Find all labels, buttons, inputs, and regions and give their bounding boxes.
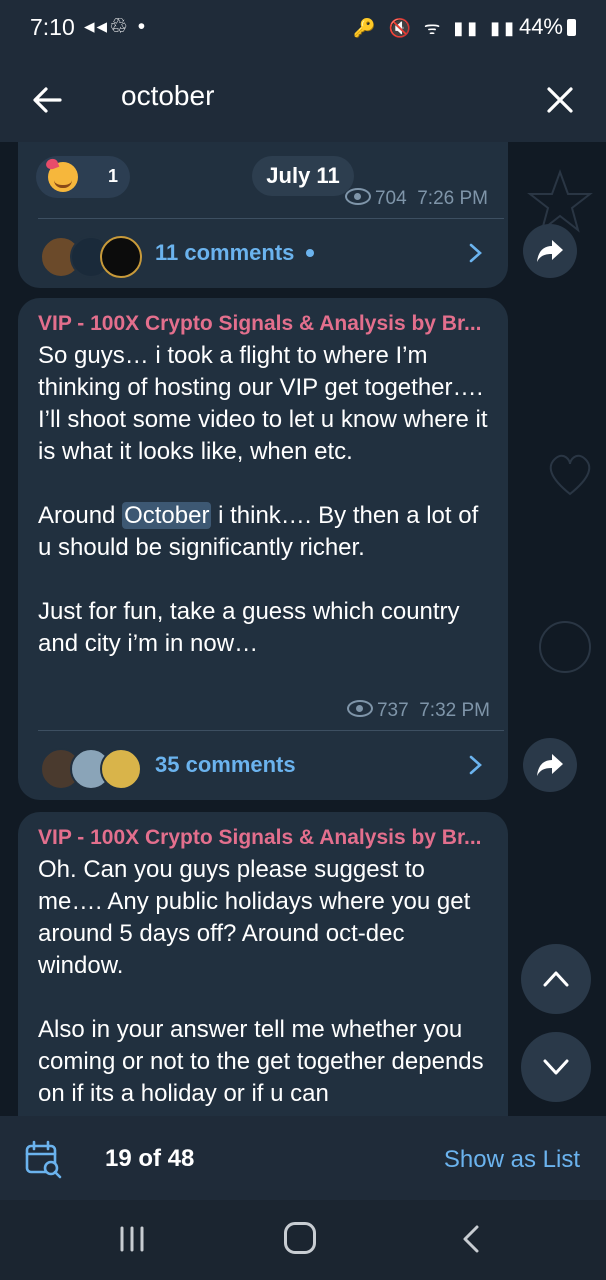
commenter-avatars bbox=[40, 236, 144, 278]
system-back-icon[interactable] bbox=[460, 1224, 482, 1254]
sender-name[interactable]: VIP - 100X Crypto Signals & Analysis by … bbox=[38, 312, 482, 336]
search-header: october bbox=[0, 58, 606, 142]
search-result-counter: 19 of 48 bbox=[105, 1145, 195, 1172]
reaction-chip[interactable]: 1 bbox=[36, 156, 130, 198]
show-as-list-button[interactable]: Show as List bbox=[444, 1146, 580, 1174]
message-time: 7:32 PM bbox=[419, 700, 490, 721]
views-icon bbox=[346, 700, 373, 717]
home-icon[interactable] bbox=[284, 1222, 316, 1254]
battery-level: 44% bbox=[519, 14, 576, 40]
divider bbox=[38, 730, 504, 731]
avatar bbox=[100, 236, 142, 278]
back-arrow-icon[interactable] bbox=[26, 78, 70, 122]
message-text: Oh. Can you guys please suggest to me…. … bbox=[38, 856, 484, 1107]
share-arrow-icon bbox=[537, 240, 563, 262]
commenter-avatars bbox=[40, 748, 144, 790]
battery-icon bbox=[567, 19, 576, 36]
share-button[interactable] bbox=[523, 224, 577, 278]
message-time: 7:26 PM bbox=[417, 188, 488, 209]
chevron-up-icon bbox=[543, 971, 569, 987]
smiling-face-with-hearts-icon bbox=[48, 162, 78, 192]
search-next-button[interactable] bbox=[521, 1032, 591, 1102]
search-results-bar: 19 of 48 Show as List bbox=[0, 1116, 606, 1200]
views-icon bbox=[344, 188, 371, 205]
unread-dot bbox=[306, 249, 315, 257]
close-icon[interactable] bbox=[538, 78, 582, 122]
chevron-right-icon[interactable] bbox=[464, 242, 486, 264]
view-count: 704 bbox=[374, 188, 407, 209]
message-bubble[interactable]: VIP - 100X Crypto Signals & Analysis by … bbox=[18, 298, 508, 800]
reaction-count: 1 bbox=[108, 166, 119, 186]
message-bubble[interactable]: 1 July 11 704 7:26 PM 11 comments bbox=[18, 142, 508, 288]
comments-link[interactable]: 35 comments bbox=[155, 752, 296, 778]
comments-row[interactable]: 35 comments bbox=[18, 738, 508, 794]
divider bbox=[38, 218, 504, 219]
sender-name[interactable]: VIP - 100X Crypto Signals & Analysis by … bbox=[38, 826, 482, 850]
message-bubble[interactable]: VIP - 100X Crypto Signals & Analysis by … bbox=[18, 812, 508, 1116]
share-button[interactable] bbox=[523, 738, 577, 792]
comments-link[interactable]: 11 comments bbox=[155, 240, 315, 266]
date-separator: July 11 bbox=[252, 156, 354, 196]
doodle-heart-icon bbox=[549, 454, 591, 496]
comments-row[interactable]: 11 comments bbox=[18, 226, 508, 282]
status-time: 7:10 bbox=[30, 14, 75, 40]
message-meta: 704 7:26 PM bbox=[344, 188, 488, 210]
recent-apps-icon[interactable] bbox=[118, 1226, 146, 1252]
share-arrow-icon bbox=[537, 754, 563, 776]
notification-icons: ◂◂♲ • bbox=[84, 15, 148, 38]
message-text: So guys… i took a flight to where I’m th… bbox=[38, 342, 488, 657]
message-meta: 737 7:32 PM bbox=[346, 700, 490, 722]
view-count: 737 bbox=[376, 700, 409, 721]
chat-area[interactable]: 1 July 11 704 7:26 PM 11 comments VIP - … bbox=[0, 142, 606, 1116]
chevron-right-icon[interactable] bbox=[464, 754, 486, 776]
avatar bbox=[100, 748, 142, 790]
calendar-search-icon[interactable] bbox=[24, 1140, 64, 1180]
search-input[interactable]: october bbox=[121, 80, 214, 112]
doodle-circle-icon bbox=[539, 621, 591, 673]
status-bar: 7:10 ◂◂♲ • 🔑 🔇 ᯤ ▮▮ ▮▮ 44% bbox=[0, 0, 606, 58]
search-prev-button[interactable] bbox=[521, 944, 591, 1014]
system-status-icons: 🔑 🔇 ᯤ ▮▮ ▮▮ bbox=[353, 18, 518, 38]
chevron-down-icon bbox=[543, 1059, 569, 1075]
search-highlight: October bbox=[122, 502, 212, 529]
system-navigation-bar bbox=[0, 1200, 606, 1280]
